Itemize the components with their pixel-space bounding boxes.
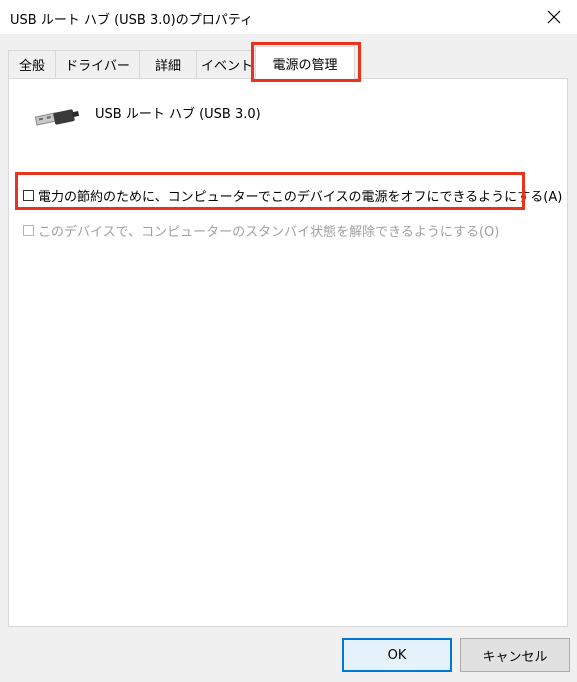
tab-driver[interactable]: ドライバー <box>55 50 140 78</box>
allow-wake-option: このデバイスで、コンピューターのスタンバイ状態を解除できるようにする(O) <box>23 221 499 240</box>
tab-power-management[interactable]: 電源の管理 <box>255 46 355 79</box>
device-name: USB ルート ハブ (USB 3.0) <box>95 107 261 122</box>
allow-wake-checkbox <box>23 225 34 236</box>
usb-plug-icon <box>34 109 80 126</box>
tab-events[interactable]: イベント <box>196 50 258 78</box>
allow-power-off-option[interactable]: 電力の節約のために、コンピューターでこのデバイスの電源をオフにできるようにする(… <box>23 186 562 205</box>
allow-power-off-checkbox[interactable] <box>23 190 34 201</box>
tab-details[interactable]: 詳細 <box>139 50 197 78</box>
title-bar: USB ルート ハブ (USB 3.0)のプロパティ <box>0 0 577 34</box>
properties-dialog: USB ルート ハブ (USB 3.0)のプロパティ 全般 ドライバー 詳細 イ… <box>0 0 577 682</box>
close-icon <box>547 10 561 24</box>
tab-strip: 全般 ドライバー 詳細 イベント 電源の管理 <box>0 46 577 79</box>
tab-general[interactable]: 全般 <box>8 50 56 78</box>
allow-wake-label: このデバイスで、コンピューターのスタンバイ状態を解除できるようにする(O) <box>38 225 500 240</box>
ok-button[interactable]: OK <box>342 638 452 672</box>
allow-power-off-label: 電力の節約のために、コンピューターでこのデバイスの電源をオフにできるようにする(… <box>38 190 563 205</box>
window-title: USB ルート ハブ (USB 3.0)のプロパティ <box>10 13 253 28</box>
close-button[interactable] <box>531 0 577 34</box>
cancel-button[interactable]: キャンセル <box>460 638 570 672</box>
tab-content-panel: USB ルート ハブ (USB 3.0) 電力の節約のために、コンピューターでこ… <box>8 78 568 627</box>
